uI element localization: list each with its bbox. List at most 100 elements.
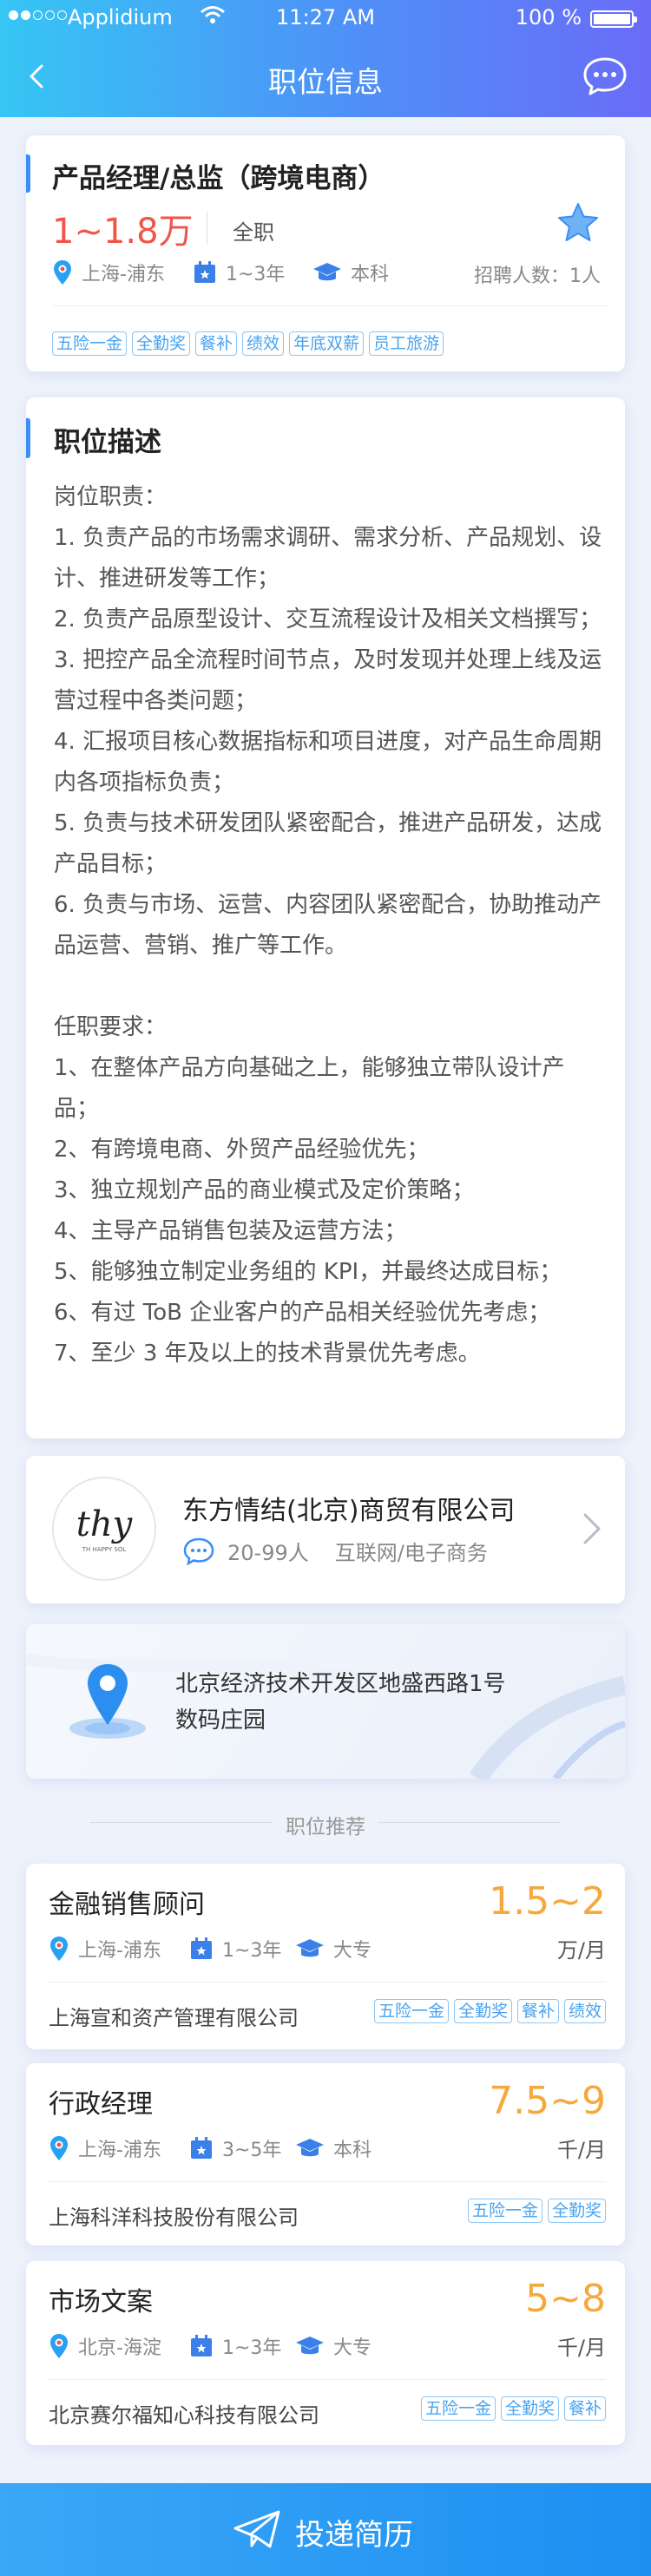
company-logo: thy TH HAPPY SOL <box>52 1477 156 1581</box>
divider <box>52 305 608 306</box>
favorite-star-icon[interactable] <box>556 201 601 245</box>
logo-subtext: TH HAPPY SOL <box>82 1546 127 1553</box>
recommended-job-card[interactable]: 金融销售顾问 1.5~2 万/月 上海-浦东 1~3年 大专 上海宣和资产管理有限公司 五险一… <box>26 1864 625 2049</box>
calendar-icon <box>191 2335 212 2356</box>
graduation-cap-icon <box>296 1939 324 1957</box>
description-heading: 职位描述 <box>54 427 161 458</box>
education-text: 本科 <box>333 2140 372 2161</box>
benefit-tag: 餐补 <box>195 331 238 356</box>
recommended-job-card[interactable]: 行政经理 7.5~9 千/月 上海-浦东 3~5年 本科上海科洋科技股份有限公司 五险一金全… <box>26 2063 625 2245</box>
battery-icon <box>590 10 637 28</box>
location-text: 上海-浦东 <box>82 264 165 285</box>
address-card[interactable]: 北京经济技术开发区地盛西路1号 数码庄园 <box>26 1624 625 1779</box>
divider <box>49 2379 606 2380</box>
salary-unit: 千/月 <box>556 2138 606 2162</box>
status-bar: Applidium 11:27 AM 100 % <box>0 0 651 38</box>
job-salary: 1.5~2 <box>489 1879 606 1924</box>
nav-bar: 职位信息 <box>0 38 651 117</box>
job-location: 上海-浦东 <box>49 2134 161 2162</box>
experience-text: 1~3年 <box>226 264 286 285</box>
job-location: 上海-浦东 <box>49 1935 161 1963</box>
company-card[interactable]: thy TH HAPPY SOL 东方情结(北京)商贸有限公司 20-99人 互… <box>26 1456 625 1603</box>
benefit-tag: 五险一金 <box>467 2199 542 2223</box>
benefit-tag: 全勤奖 <box>132 331 191 356</box>
address-line2: 数码庄园 <box>175 1708 266 1734</box>
divider <box>49 2181 606 2182</box>
calendar-icon <box>191 2137 212 2159</box>
chat-icon[interactable] <box>582 56 628 97</box>
divider <box>378 1822 561 1823</box>
benefit-tag: 绩效 <box>563 1999 606 2023</box>
graduation-cap-icon <box>296 2337 324 2355</box>
experience-text: 1~3年 <box>222 2337 282 2359</box>
recommend-title: 职位推荐 <box>286 1816 365 1839</box>
location-pin-icon <box>54 260 71 285</box>
job-education: 大专 <box>295 2332 372 2360</box>
benefit-tag: 五险一金 <box>52 331 128 356</box>
job-title: 行政经理 <box>49 2089 153 2120</box>
education-text: 大专 <box>333 1940 372 1962</box>
accent-bar <box>26 418 30 458</box>
job-salary: 5~8 <box>525 2277 606 2321</box>
company-name: 上海科洋科技股份有限公司 <box>49 2206 299 2230</box>
company-name: 东方情结(北京)商贸有限公司 <box>182 1496 516 1526</box>
divider <box>49 1982 606 1983</box>
calendar-icon <box>194 261 215 283</box>
benefit-tag: 员工旅游 <box>369 331 444 356</box>
page-title: 职位信息 <box>268 65 383 99</box>
job-title: 市场文案 <box>49 2287 153 2317</box>
job-description-card: 职位描述 岗位职责： 1. 负责产品的市场需求调研、需求分析、产品规划、设计、推… <box>26 397 625 1439</box>
job-title: 金融销售顾问 <box>49 1890 205 1920</box>
benefit-tag: 全勤奖 <box>547 2199 606 2223</box>
recommended-job-card[interactable]: 市场文案 5~8 千/月 北京-海淀 1~3年 大专北京赛尔福知心科技有限公司 五险一金 全勤… <box>26 2261 625 2445</box>
education-text: 本科 <box>351 264 390 285</box>
headcount-text: 招聘人数：1人 <box>474 265 601 287</box>
job-title: 产品经理/总监（跨境电商） <box>52 163 385 194</box>
job-experience: 1~3年 <box>189 1935 281 1963</box>
benefit-tag: 餐补 <box>516 1999 559 2023</box>
job-location: 北京-海淀 <box>49 2332 161 2360</box>
job-education: 本科 <box>312 259 389 286</box>
benefit-tags: 五险一金 全勤奖 餐补 <box>420 2396 606 2421</box>
job-salary: 1~1.8万 <box>52 212 194 252</box>
map-pin-icon <box>69 1664 146 1739</box>
location-pin-icon <box>50 1937 68 1961</box>
benefit-tag: 全勤奖 <box>500 2396 559 2421</box>
location-text: 上海-浦东 <box>78 2140 161 2161</box>
location-pin-icon <box>50 2136 68 2160</box>
salary-unit: 千/月 <box>556 2336 606 2360</box>
benefit-tags: 五险一金 全勤奖 <box>467 2199 606 2223</box>
company-industry: 互联网/电子商务 <box>334 1541 488 1565</box>
accent-bar <box>26 154 30 193</box>
job-salary: 7.5~9 <box>489 2079 606 2123</box>
job-location: 上海-浦东 <box>52 259 165 286</box>
company-name: 上海宣和资产管理有限公司 <box>49 2006 299 2030</box>
location-text: 上海-浦东 <box>78 1940 161 1962</box>
battery-percent: 100 % <box>515 5 582 29</box>
benefit-tag: 餐补 <box>563 2396 606 2421</box>
headcount: 招聘人数：1人 <box>474 260 601 288</box>
location-pin-icon <box>50 2334 68 2358</box>
experience-text: 3~5年 <box>222 2140 282 2161</box>
graduation-cap-icon <box>313 263 341 281</box>
apply-button[interactable]: 投递简历 <box>0 2483 651 2576</box>
calendar-icon <box>191 1937 212 1959</box>
benefit-tags: 五险一金 全勤奖 餐补 绩效 年底双薪 员工旅游 <box>52 331 444 356</box>
logo-wordmark: thy <box>76 1504 133 1544</box>
benefit-tag: 五险一金 <box>373 1999 449 2023</box>
benefit-tag: 全勤奖 <box>453 1999 512 2023</box>
experience-text: 1~3年 <box>222 1940 282 1962</box>
benefit-tag: 绩效 <box>242 331 285 356</box>
apply-label: 投递简历 <box>295 2518 413 2553</box>
benefit-tag: 年底双薪 <box>289 331 365 356</box>
company-name: 北京赛尔福知心科技有限公司 <box>49 2403 319 2428</box>
paper-plane-icon <box>233 2510 280 2548</box>
recommend-heading: 职位推荐 <box>0 1806 651 1841</box>
chevron-right-icon[interactable] <box>582 1511 602 1546</box>
job-type: 全职 <box>233 220 274 245</box>
job-education: 大专 <box>295 1935 372 1963</box>
job-experience: 1~3年 <box>189 2332 281 2360</box>
benefit-tag: 五险一金 <box>420 2396 496 2421</box>
company-meta: 20-99人 互联网/电子商务 <box>182 1536 488 1566</box>
address-text: 北京经济技术开发区地盛西路1号 数码庄园 <box>175 1666 506 1739</box>
